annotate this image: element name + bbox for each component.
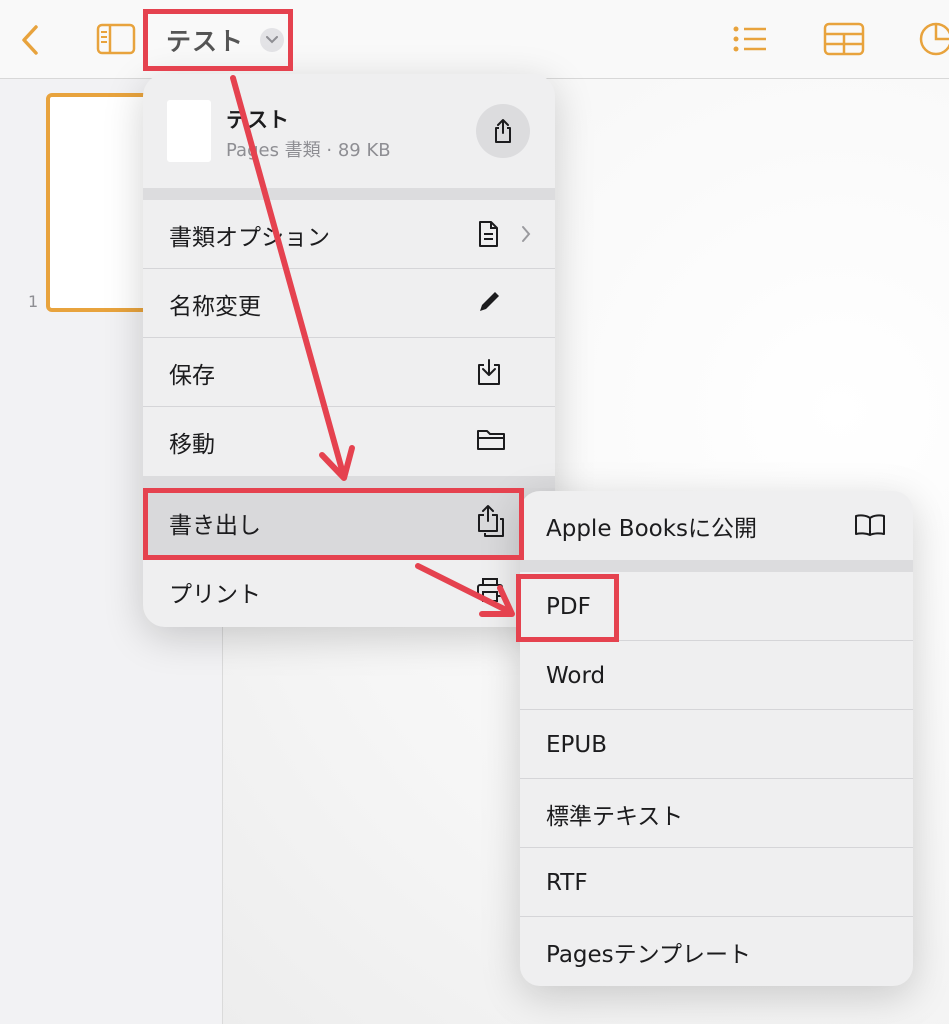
- chevron-right-icon: [521, 223, 531, 249]
- menu-item-print[interactable]: プリント: [143, 557, 555, 626]
- export-icon: [476, 504, 504, 537]
- export-apple-books[interactable]: Apple Booksに公開: [520, 491, 913, 560]
- menu-item-label: 書き出し: [169, 512, 261, 539]
- export-pdf[interactable]: PDF: [520, 572, 913, 641]
- submenu-item-label: Apple Booksに公開: [546, 515, 758, 542]
- menu-item-label: 名称変更: [169, 293, 261, 320]
- document-title: テスト: [166, 27, 245, 56]
- book-icon: [854, 513, 886, 543]
- submenu-divider: [520, 560, 913, 572]
- menu-divider: [143, 476, 555, 488]
- file-info-header: テスト Pages 書類 · 89 KB: [143, 74, 555, 188]
- chevron-left-icon[interactable]: [14, 22, 46, 58]
- menu-item-label: 保存: [169, 362, 215, 389]
- folder-icon: [476, 427, 505, 455]
- export-rtf[interactable]: RTF: [520, 848, 913, 917]
- document-title-button[interactable]: テスト: [150, 15, 285, 65]
- share-button[interactable]: [476, 104, 530, 158]
- menu-item-move[interactable]: 移動: [143, 407, 555, 476]
- toolbar: テスト: [0, 0, 949, 79]
- pencil-icon: [476, 289, 504, 317]
- menu-item-rename[interactable]: 名称変更: [143, 269, 555, 338]
- page-thumbnail[interactable]: [46, 93, 150, 312]
- menu-item-save[interactable]: 保存: [143, 338, 555, 407]
- file-meta: Pages 書類 · 89 KB: [226, 140, 391, 161]
- submenu-item-label: EPUB: [546, 731, 608, 758]
- menu-item-document-options[interactable]: 書類オプション: [143, 200, 555, 269]
- submenu-item-label: PDF: [546, 593, 591, 620]
- submenu-item-label: Word: [546, 662, 606, 689]
- list-icon[interactable]: [730, 22, 770, 56]
- export-pages-template[interactable]: Pagesテンプレート: [520, 917, 913, 986]
- file-thumbnail: [167, 100, 211, 162]
- submenu-item-label: RTF: [546, 869, 588, 896]
- sidebar-icon[interactable]: [94, 22, 138, 56]
- export-plain-text[interactable]: 標準テキスト: [520, 779, 913, 848]
- submenu-item-label: Pagesテンプレート: [546, 941, 751, 968]
- save-download-icon: [476, 358, 504, 386]
- page-number: 1: [28, 292, 39, 311]
- menu-item-label: プリント: [169, 581, 261, 608]
- submenu-item-label: 標準テキスト: [546, 803, 684, 830]
- file-name: テスト: [226, 108, 289, 132]
- export-epub[interactable]: EPUB: [520, 710, 913, 779]
- table-icon[interactable]: [822, 20, 866, 58]
- menu-item-label: 移動: [169, 431, 215, 458]
- menu-divider: [143, 188, 555, 200]
- chevron-down-icon: [260, 28, 285, 52]
- document-icon: [476, 220, 504, 248]
- export-word[interactable]: Word: [520, 641, 913, 710]
- share-icon: [495, 119, 511, 143]
- document-menu: テスト Pages 書類 · 89 KB 書類オプション 名称変更 保存 移動: [143, 74, 555, 627]
- printer-icon: [476, 577, 504, 605]
- export-submenu: Apple Booksに公開 PDF Word EPUB 標準テキスト RTF …: [520, 491, 913, 986]
- pie-chart-icon[interactable]: [916, 20, 949, 58]
- menu-item-export[interactable]: 書き出し: [143, 488, 555, 557]
- menu-item-label: 書類オプション: [169, 224, 330, 251]
